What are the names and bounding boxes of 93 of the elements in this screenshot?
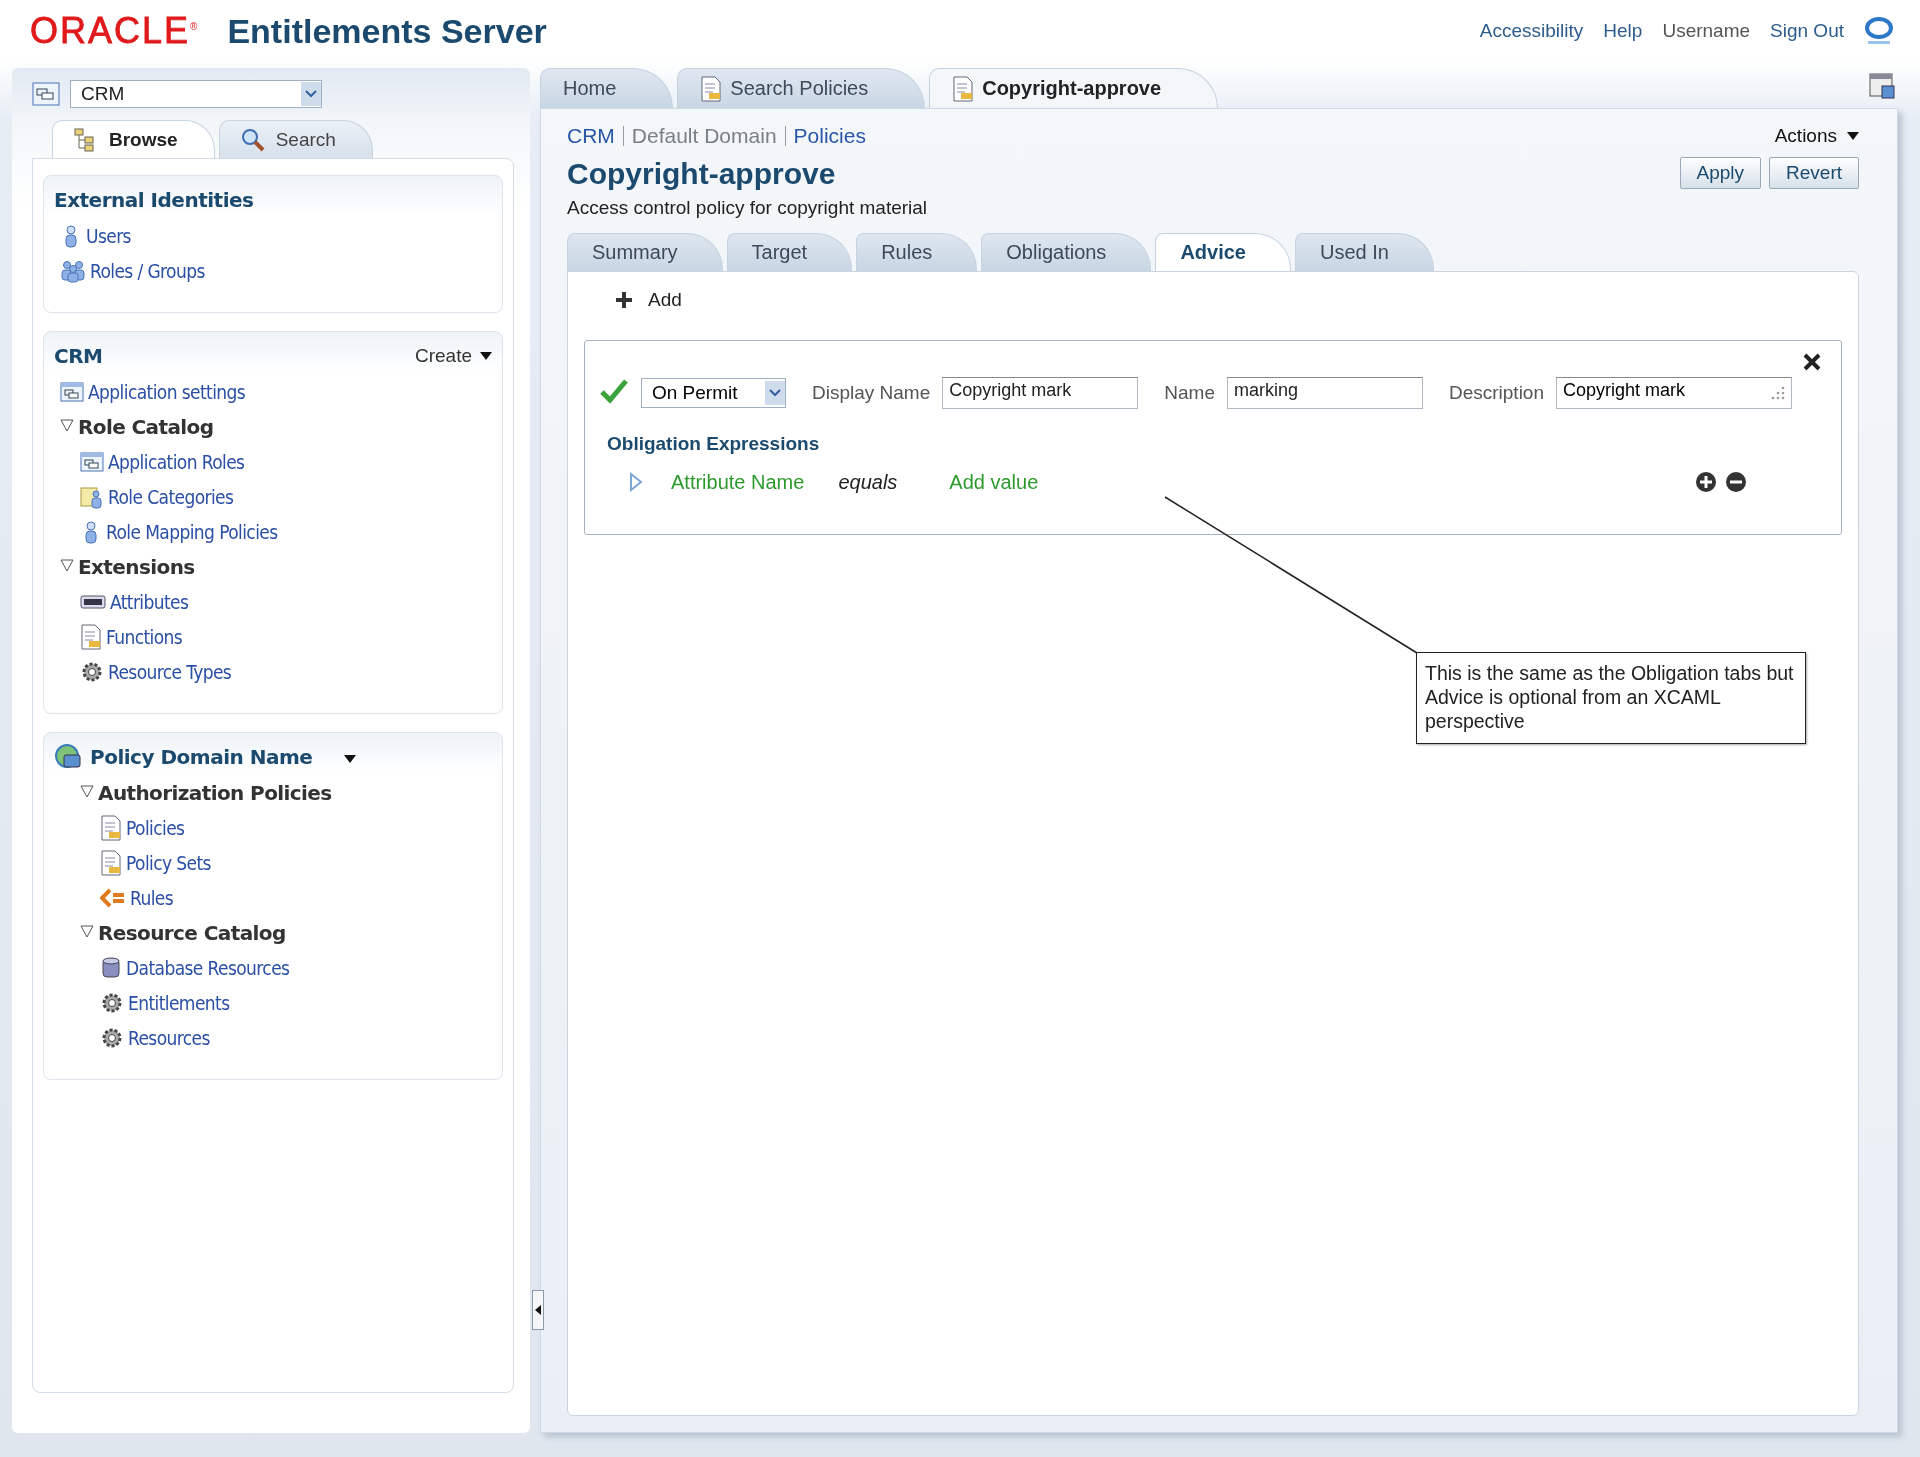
caret-icon	[344, 754, 357, 763]
header-link[interactable]: Accessibility	[1479, 20, 1584, 42]
tree-link[interactable]: Database Resources	[126, 956, 290, 979]
ring-icon	[1864, 16, 1894, 46]
callout-note: This is the same as the Obligation tabs but Advice is optional from an XCAML perspective	[1416, 652, 1806, 744]
app-title: Entitlements Server	[227, 11, 547, 51]
navigator-tab[interactable]: Search	[218, 120, 373, 158]
section-title: External Identities	[54, 188, 254, 212]
application-dropdown[interactable]: CRM	[70, 80, 322, 108]
text-field[interactable]: marking	[1226, 377, 1423, 409]
tree-link[interactable]: Resources	[128, 1026, 210, 1049]
add-circle-icon	[1695, 471, 1717, 493]
folder-icon	[80, 484, 104, 509]
collapse-handle[interactable]	[532, 1290, 544, 1330]
window-icon	[32, 82, 60, 106]
window-icon	[60, 380, 84, 403]
header-link[interactable]: Help	[1603, 20, 1643, 42]
remove-circle-icon	[1725, 471, 1747, 493]
breadcrumb-link[interactable]: Default Domain	[631, 124, 777, 148]
plus-icon	[614, 290, 634, 310]
page-tab[interactable]: Copyright-approve	[929, 68, 1219, 108]
document-icon	[700, 75, 723, 102]
expand-arrow-icon	[629, 472, 643, 492]
globe-icon	[54, 743, 82, 771]
tree-group-label[interactable]: Resource Catalog	[98, 920, 286, 945]
tree-link[interactable]: Role Categories	[108, 485, 234, 508]
policy-description: Access control policy for copyright material	[567, 197, 928, 219]
close-icon	[1803, 353, 1821, 371]
description-field[interactable]: Copyright mark	[1556, 377, 1792, 409]
section-title: Obligation Expressions	[607, 433, 821, 455]
field-label: Name	[1164, 382, 1215, 404]
chevron-icon	[100, 887, 126, 908]
policy-tab[interactable]: Advice	[1155, 233, 1291, 271]
field-label: Display Name	[812, 382, 931, 404]
breadcrumb-link[interactable]: CRM	[567, 124, 615, 148]
policy-tab[interactable]: Rules	[856, 233, 978, 271]
document-icon	[80, 623, 102, 650]
tree-link[interactable]: Application settings	[88, 380, 246, 403]
text-field[interactable]: Copyright mark	[942, 377, 1139, 409]
document-icon	[952, 75, 975, 102]
label-icon	[80, 593, 106, 610]
expand-triangle-icon	[80, 784, 94, 798]
tree-link[interactable]: Role Mapping Policies	[106, 520, 278, 543]
page-tab[interactable]: Search Policies	[677, 68, 926, 108]
tree-link[interactable]: Attributes	[110, 590, 189, 613]
caret-icon	[1847, 132, 1859, 140]
tree-link[interactable]: Policy Sets	[126, 851, 211, 874]
caret-icon	[480, 352, 492, 360]
page-tab[interactable]: Home	[540, 68, 674, 108]
tree-link[interactable]: Users	[86, 224, 131, 247]
effect-dropdown[interactable]: On Permit	[641, 378, 786, 408]
add-button[interactable]: Add	[584, 284, 682, 316]
tree-link[interactable]: Entitlements	[128, 991, 230, 1014]
tree-group-label[interactable]: Authorization Policies	[98, 780, 332, 805]
add-value-link[interactable]: Add value	[949, 470, 1039, 494]
header-link[interactable]: Sign Out	[1770, 20, 1844, 42]
attribute-link[interactable]: Attribute Name	[671, 470, 805, 494]
search-icon	[239, 126, 266, 153]
tree-link[interactable]: Rules	[130, 886, 174, 909]
people-icon	[60, 258, 86, 283]
panel-icon	[1868, 72, 1898, 100]
policy-tab[interactable]: Obligations	[981, 233, 1152, 271]
policy-title: Copyright-approve	[567, 157, 837, 191]
policy-tab[interactable]: Target	[726, 233, 853, 271]
operator-text: equals	[838, 470, 898, 494]
tree-link[interactable]: Resource Types	[108, 660, 232, 683]
navigator-tab[interactable]: Browse	[52, 120, 215, 158]
expand-triangle-icon	[60, 418, 74, 432]
expand-triangle-icon	[80, 924, 94, 938]
action-button[interactable]: Revert	[1769, 157, 1859, 189]
oracle-logo: ORACLE$^{®}$	[30, 10, 200, 52]
document-icon	[100, 849, 122, 876]
expand-triangle-icon	[60, 558, 74, 572]
section-title: Policy Domain Name	[90, 745, 313, 769]
tree-group-label[interactable]: Extensions	[78, 554, 195, 579]
action-button[interactable]: Apply	[1679, 157, 1762, 189]
database-icon	[100, 955, 122, 980]
tree-group-label[interactable]: Role Catalog	[78, 414, 214, 439]
field-label: Description	[1448, 382, 1544, 404]
checkmark-icon	[599, 378, 629, 404]
section-title: CRM	[54, 344, 103, 368]
tree-link[interactable]: Functions	[106, 625, 183, 648]
policy-tab[interactable]: Summary	[567, 233, 723, 271]
tree-link[interactable]: Roles / Groups	[90, 259, 205, 282]
policy-tab[interactable]: Used In	[1294, 233, 1434, 271]
header-link[interactable]: Username	[1662, 20, 1751, 42]
tree-link[interactable]: Application Roles	[108, 450, 245, 473]
actions-menu[interactable]: Actions	[1774, 125, 1859, 147]
document-icon	[100, 814, 122, 841]
tree-link[interactable]: Policies	[126, 816, 185, 839]
window-icon	[80, 450, 104, 473]
breadcrumb-link[interactable]: Policies	[793, 124, 866, 148]
create-menu[interactable]: Create	[414, 345, 492, 367]
